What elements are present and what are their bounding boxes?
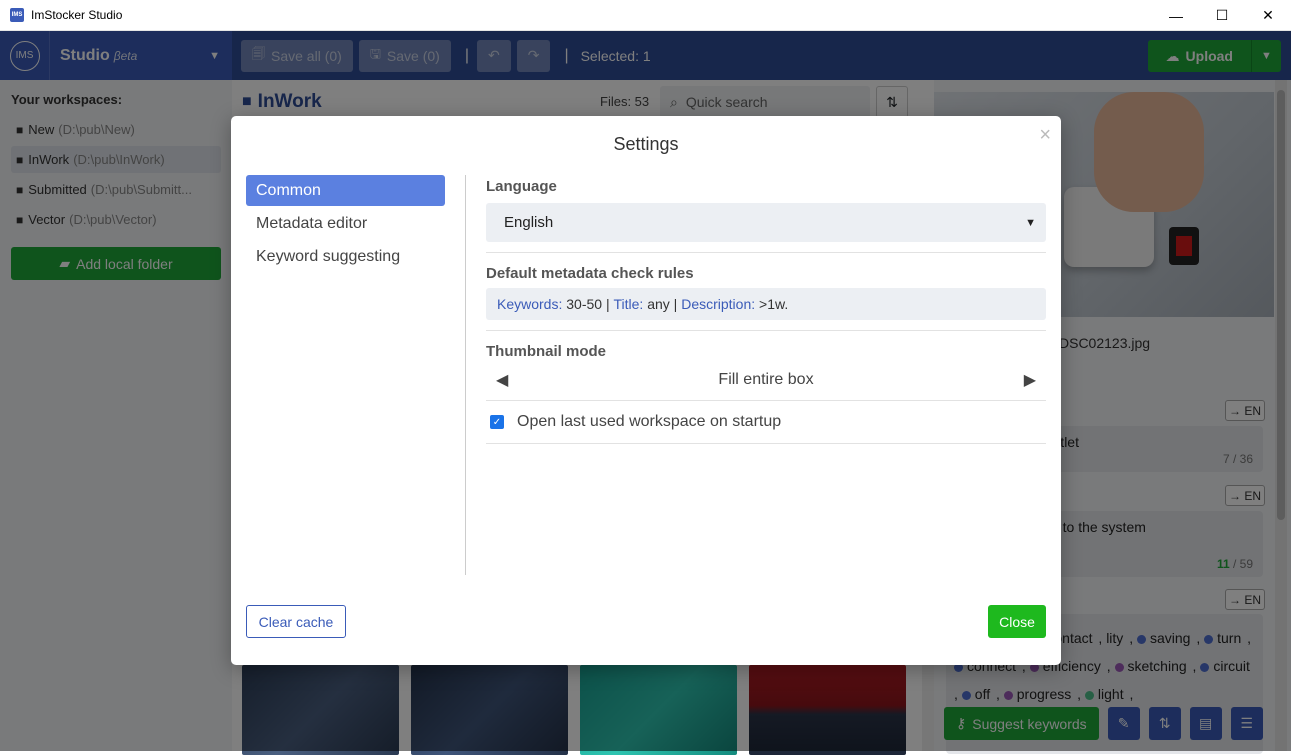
nav-divider	[465, 175, 466, 575]
thumbnail-mode-value: Fill entire box	[718, 371, 814, 388]
metadata-rules-label: Default metadata check rules	[486, 265, 694, 282]
divider	[486, 330, 1046, 331]
thumbnail-mode-selector: ◀ Fill entire box ▶	[486, 366, 1046, 394]
metadata-rules-field[interactable]: Keywords: 30-50 | Title: any | Descripti…	[486, 288, 1046, 320]
maximize-button[interactable]: ☐	[1199, 0, 1245, 31]
settings-nav: Common Metadata editor Keyword suggestin…	[246, 175, 445, 274]
window-title: ImStocker Studio	[31, 8, 123, 22]
close-window-button[interactable]: ✕	[1245, 0, 1291, 31]
divider	[486, 443, 1046, 444]
close-icon[interactable]: ×	[1039, 124, 1051, 147]
language-label: Language	[486, 178, 557, 195]
caret-left-icon[interactable]: ◀	[496, 370, 508, 390]
minimize-button[interactable]: —	[1153, 0, 1199, 31]
chevron-down-icon: ▼	[1025, 216, 1036, 229]
divider	[486, 400, 1046, 401]
window-titlebar: IMS ImStocker Studio — ☐ ✕	[0, 0, 1291, 31]
dialog-title: Settings	[613, 134, 679, 154]
app-logo-icon: IMS	[10, 8, 24, 22]
settings-tab-keyword-suggesting[interactable]: Keyword suggesting	[246, 241, 445, 272]
thumbnail-mode-label: Thumbnail mode	[486, 343, 606, 360]
settings-tab-common[interactable]: Common	[246, 175, 445, 206]
close-button[interactable]: Close	[988, 605, 1046, 638]
settings-dialog: Settings × Common Metadata editor Keywor…	[231, 116, 1061, 665]
clear-cache-button[interactable]: Clear cache	[246, 605, 346, 638]
settings-content: Language English ▼ Default metadata check…	[486, 178, 1046, 450]
open-last-workspace-checkbox[interactable]: ✓	[490, 415, 504, 429]
language-select[interactable]: English ▼	[486, 203, 1046, 242]
open-last-workspace-option[interactable]: ✓ Open last used workspace on startup	[486, 407, 1046, 437]
settings-tab-metadata-editor[interactable]: Metadata editor	[246, 208, 445, 239]
divider	[486, 252, 1046, 253]
caret-right-icon[interactable]: ▶	[1024, 370, 1036, 390]
